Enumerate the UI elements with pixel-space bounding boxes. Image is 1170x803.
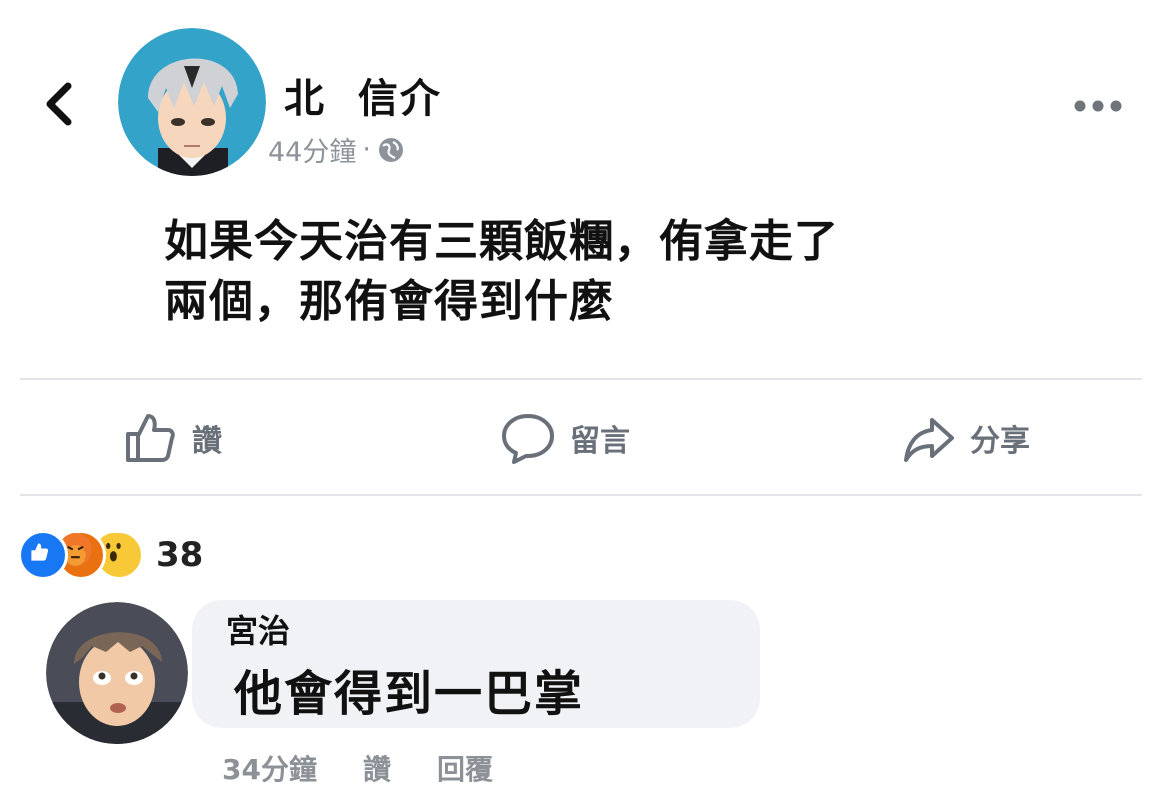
comment-text: 他會得到一巴掌: [234, 666, 585, 722]
post-text-line: 如果今天治有三顆飯糰，侑拿走了: [164, 216, 839, 267]
more-horizontal-icon: [1074, 100, 1122, 112]
author-avatar[interactable]: [118, 28, 266, 176]
author-name[interactable]: 北 信介: [284, 66, 442, 124]
share-arrow-icon: [904, 418, 954, 462]
post-timestamp[interactable]: 44分鐘: [268, 130, 356, 169]
divider: [20, 378, 1142, 380]
share-button[interactable]: 分享: [900, 408, 1030, 468]
divider: [20, 494, 1142, 496]
reaction-count: 38: [156, 535, 204, 575]
like-label: 讚: [192, 424, 222, 459]
commenter-avatar[interactable]: [46, 602, 188, 744]
meta-separator: ·: [362, 134, 371, 165]
comment-button[interactable]: 留言: [500, 408, 630, 468]
post-text: 如果今天治有三顆飯糰，侑拿走了 兩個，那侑會得到什麼: [164, 212, 1044, 332]
thumbs-up-icon: [126, 414, 175, 462]
back-button[interactable]: [40, 78, 80, 130]
like-reaction-icon: [18, 530, 68, 580]
post-text-line: 兩個，那侑會得到什麼: [164, 276, 614, 327]
more-options-button[interactable]: [1070, 92, 1126, 120]
chevron-left-icon: [46, 82, 72, 126]
comment-like-button[interactable]: 讚: [363, 748, 391, 788]
comment-label: 留言: [570, 424, 630, 459]
share-label: 分享: [970, 424, 1030, 459]
commenter-avatar-image: [46, 602, 188, 744]
comment-reply-button[interactable]: 回覆: [437, 748, 493, 788]
comment-actions: 34分鐘 讚 回覆: [222, 748, 493, 788]
like-button[interactable]: 讚: [122, 408, 222, 468]
globe-icon: [378, 137, 403, 162]
comment-timestamp: 34分鐘: [222, 753, 317, 786]
commenter-name[interactable]: 宮治: [226, 606, 290, 652]
reactions-summary[interactable]: 38: [18, 530, 203, 580]
post-meta: 44分鐘 ·: [268, 130, 405, 169]
speech-bubble-icon: [502, 414, 554, 464]
author-avatar-image: [118, 28, 266, 176]
